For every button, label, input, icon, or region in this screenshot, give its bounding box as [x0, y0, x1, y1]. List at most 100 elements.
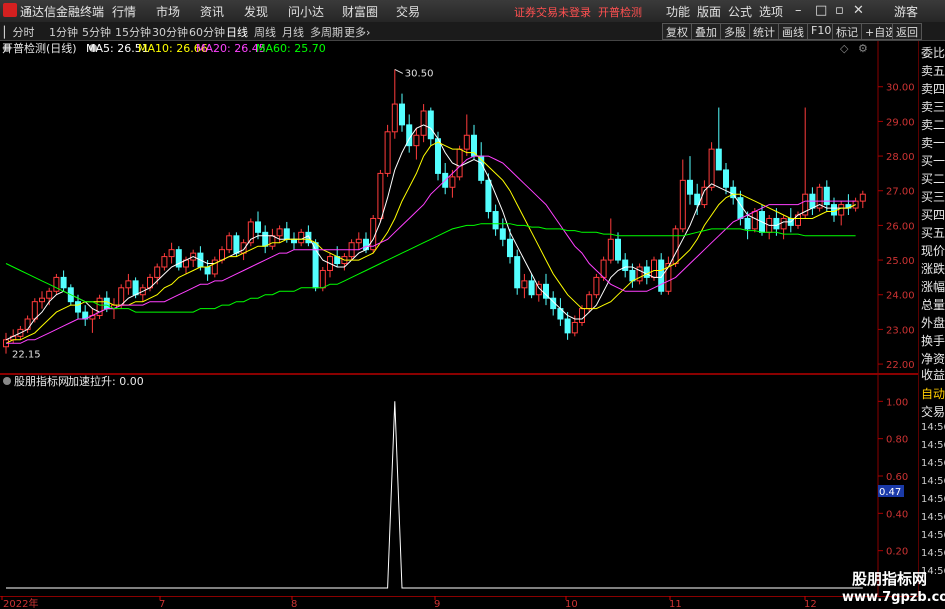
- candle-body: [579, 308, 585, 323]
- period-30min[interactable]: 30分钟: [152, 24, 188, 40]
- stock-name-header: 开普检测: [598, 6, 642, 19]
- menu-market-quotes[interactable]: 行情: [112, 3, 136, 20]
- candle-body: [831, 204, 837, 216]
- side-item-change-pct: 涨幅: [921, 280, 945, 294]
- side-item-buy1: 买一: [921, 154, 945, 168]
- menu-ask-xiaoda[interactable]: 问小达: [288, 3, 324, 20]
- candle-body: [233, 235, 240, 254]
- candle-body: [687, 179, 693, 195]
- candle-body: [708, 148, 715, 188]
- candle-body: [492, 211, 499, 230]
- candle-body: [607, 238, 614, 261]
- period-1min[interactable]: 1分钟: [49, 24, 78, 40]
- trade-login-status[interactable]: 证券交易未登录 开普检测: [514, 4, 642, 20]
- candle-body: [283, 228, 290, 240]
- candle-body: [571, 321, 578, 334]
- period-daily[interactable]: 日线: [226, 24, 248, 40]
- quote-side-panel[interactable]: 委比 卖五 卖四 卖三 卖二 卖一 买一 买二 买三 买四 买五 现价 涨跌 涨…: [918, 41, 945, 596]
- tick-time: 14:56: [921, 512, 945, 523]
- close-icon[interactable]: ✕: [853, 3, 864, 18]
- minimize-icon[interactable]: –: [795, 3, 802, 18]
- menu-wealth-circle[interactable]: 财富圈: [342, 3, 378, 20]
- candle-body: [679, 179, 686, 230]
- watermark-url: www.7gpzb.com: [842, 590, 945, 605]
- candle-body: [269, 235, 276, 247]
- app-logo-icon: [3, 3, 17, 17]
- candle-body: [60, 276, 67, 289]
- time-axis: 2022年 7 8 9 10 11 12: [0, 596, 945, 609]
- period-monthly[interactable]: 月线: [282, 24, 304, 40]
- menu-trade[interactable]: 交易: [396, 3, 420, 20]
- period-multi[interactable]: 多周期: [310, 24, 343, 40]
- side-item-price: 现价: [921, 244, 945, 258]
- tool-back[interactable]: 返回: [892, 23, 922, 40]
- side-item-sell1: 卖一: [921, 136, 945, 150]
- period-intraday[interactable]: ▏分时: [4, 24, 34, 40]
- menu-discover[interactable]: 发现: [244, 3, 268, 20]
- candle-body: [118, 287, 125, 306]
- candle-body: [132, 280, 139, 296]
- period-toolbar: ▏分时 1分钟 5分钟 15分钟 30分钟 60分钟 日线 周线 月线 多周期 …: [0, 22, 945, 41]
- candle-body: [751, 211, 758, 230]
- restore-icon[interactable]: ▫: [835, 3, 844, 18]
- ma60-label: MA60: 25.70: [256, 42, 326, 55]
- candle-body: [161, 256, 168, 268]
- tool-mark[interactable]: 标记: [832, 23, 862, 40]
- candle-body: [499, 228, 506, 240]
- side-item-sell2: 卖二: [921, 118, 945, 132]
- diamond-icon[interactable]: ◇: [840, 42, 849, 55]
- menu-layout[interactable]: 版面: [697, 3, 721, 20]
- candle-body: [723, 169, 729, 188]
- high-price-label: 30.50: [405, 68, 434, 79]
- menu-news[interactable]: 资讯: [200, 3, 224, 20]
- tool-adjust[interactable]: 复权: [662, 23, 692, 40]
- menu-formula[interactable]: 公式: [728, 3, 752, 20]
- side-item-sell5: 卖五: [921, 64, 945, 78]
- candle-body: [651, 259, 657, 278]
- indicator-tick-label: 1.00: [886, 397, 908, 408]
- side-item-change: 涨跌: [921, 262, 945, 276]
- candle-body: [125, 280, 132, 289]
- indicator-value: 加速拉升: 0.00: [68, 374, 144, 388]
- period-weekly[interactable]: 周线: [254, 24, 276, 40]
- maximize-icon[interactable]: □: [815, 3, 827, 18]
- side-item-buy5: 买五: [921, 226, 945, 240]
- tool-overlay[interactable]: 叠加: [691, 23, 721, 40]
- period-more-label: 更多: [344, 26, 366, 39]
- period-60min[interactable]: 60分钟: [189, 24, 225, 40]
- side-item-trade[interactable]: 交易: [921, 403, 945, 420]
- candle-body: [24, 318, 31, 330]
- candle-body: [154, 266, 161, 278]
- period-more[interactable]: 更多›: [344, 24, 370, 40]
- period-15min[interactable]: 15分钟: [115, 24, 151, 40]
- price-tick-label: 23.00: [886, 325, 915, 336]
- candle-body: [672, 228, 679, 265]
- candle-body: [46, 290, 53, 299]
- indicator-collapse-icon[interactable]: [3, 377, 11, 385]
- settings-icon[interactable]: ⚙: [858, 42, 868, 55]
- menu-functions[interactable]: 功能: [666, 3, 690, 20]
- candle-body: [31, 301, 38, 320]
- trade-login-warning: 证券交易未登录: [514, 6, 591, 19]
- candle-body: [262, 231, 269, 247]
- side-item-buy3: 买三: [921, 190, 945, 204]
- candle-body: [629, 269, 636, 282]
- menu-market[interactable]: 市场: [156, 3, 180, 20]
- indicator-chart[interactable]: 股朋指标网 加速拉升: 0.00 1.00 0.80 0.60 0.40 0.20 0.…: [0, 374, 945, 596]
- tool-draw[interactable]: 画线: [778, 23, 808, 40]
- tool-multi-stock[interactable]: 多股: [720, 23, 750, 40]
- indicator-tick-label: 0.20: [886, 547, 908, 558]
- candle-body: [168, 249, 175, 258]
- side-item-volume: 总量: [921, 298, 945, 312]
- candle-body: [449, 176, 456, 188]
- tool-stats[interactable]: 统计: [749, 23, 779, 40]
- guest-login[interactable]: 游客: [894, 3, 918, 20]
- menu-options[interactable]: 选项: [759, 3, 783, 20]
- candle-body: [463, 134, 470, 150]
- period-5min[interactable]: 5分钟: [82, 24, 111, 40]
- candle-body: [593, 276, 600, 296]
- candlestick-chart[interactable]: 30.00 29.00 28.00 27.00 26.00 25.00 24.00 23.00…: [0, 41, 945, 374]
- candle-body: [528, 280, 535, 296]
- candle-body: [643, 266, 650, 278]
- side-item-auto[interactable]: 自动: [921, 385, 945, 402]
